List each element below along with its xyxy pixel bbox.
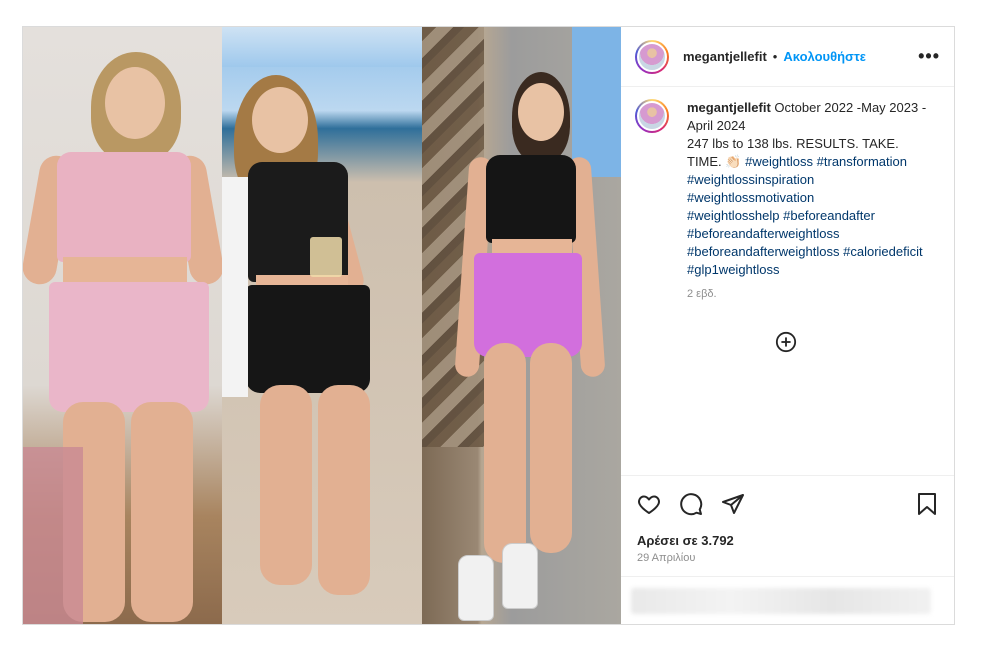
- comment-input-area[interactable]: [621, 576, 954, 624]
- caption-timestamp[interactable]: 2 εβδ.: [687, 285, 932, 303]
- post-sidebar: megantjellefit • Ακολουθήστε ••• megantj…: [621, 27, 954, 624]
- photo-panel-before: [23, 27, 222, 624]
- follow-button[interactable]: Ακολουθήστε: [783, 49, 866, 64]
- blurred-comment-field: [631, 587, 931, 614]
- hashtag-link[interactable]: #weightloss: [745, 154, 813, 169]
- post-date[interactable]: 29 Απριλίου: [621, 548, 954, 576]
- hashtag-link[interactable]: #caloriedeficit: [843, 244, 923, 259]
- hashtag-link[interactable]: #beforeandafterweightloss: [687, 226, 840, 241]
- hashtag-link[interactable]: #beforeandafter: [783, 208, 875, 223]
- avatar[interactable]: [635, 39, 669, 74]
- username-link[interactable]: megantjellefit: [683, 49, 767, 64]
- heart-icon[interactable]: [637, 492, 661, 516]
- hashtag-link[interactable]: #weightlossinspiration: [687, 172, 814, 187]
- hashtag-link[interactable]: #beforeandafterweightloss: [687, 244, 840, 259]
- caption-avatar[interactable]: [635, 99, 669, 133]
- like-count[interactable]: Αρέσει σε 3.792: [621, 533, 954, 548]
- post-image[interactable]: [23, 27, 621, 624]
- hashtag-link[interactable]: #transformation: [817, 154, 907, 169]
- hashtag-link[interactable]: #weightlosshelp: [687, 208, 780, 223]
- paper-plane-icon[interactable]: [721, 492, 745, 516]
- plus-circle-icon[interactable]: [775, 331, 797, 353]
- caption-text: megantjellefit October 2022 -May 2023 -A…: [687, 99, 932, 475]
- hashtag-link[interactable]: #weightlossmotivation: [687, 190, 814, 205]
- action-bar: [621, 475, 954, 531]
- bookmark-icon[interactable]: [916, 492, 938, 516]
- caption-area: megantjellefit October 2022 -May 2023 -A…: [621, 87, 954, 475]
- separator-dot: •: [772, 49, 778, 64]
- photo-panel-middle: [222, 27, 422, 624]
- photo-panel-after: [422, 27, 621, 624]
- hashtag-link[interactable]: #glp1weightloss: [687, 262, 780, 277]
- comment-icon[interactable]: [679, 492, 703, 516]
- post-header: megantjellefit • Ακολουθήστε •••: [621, 27, 954, 87]
- caption-username[interactable]: megantjellefit: [687, 100, 771, 115]
- more-options-icon[interactable]: •••: [918, 46, 940, 67]
- instagram-post: megantjellefit • Ακολουθήστε ••• megantj…: [22, 26, 955, 625]
